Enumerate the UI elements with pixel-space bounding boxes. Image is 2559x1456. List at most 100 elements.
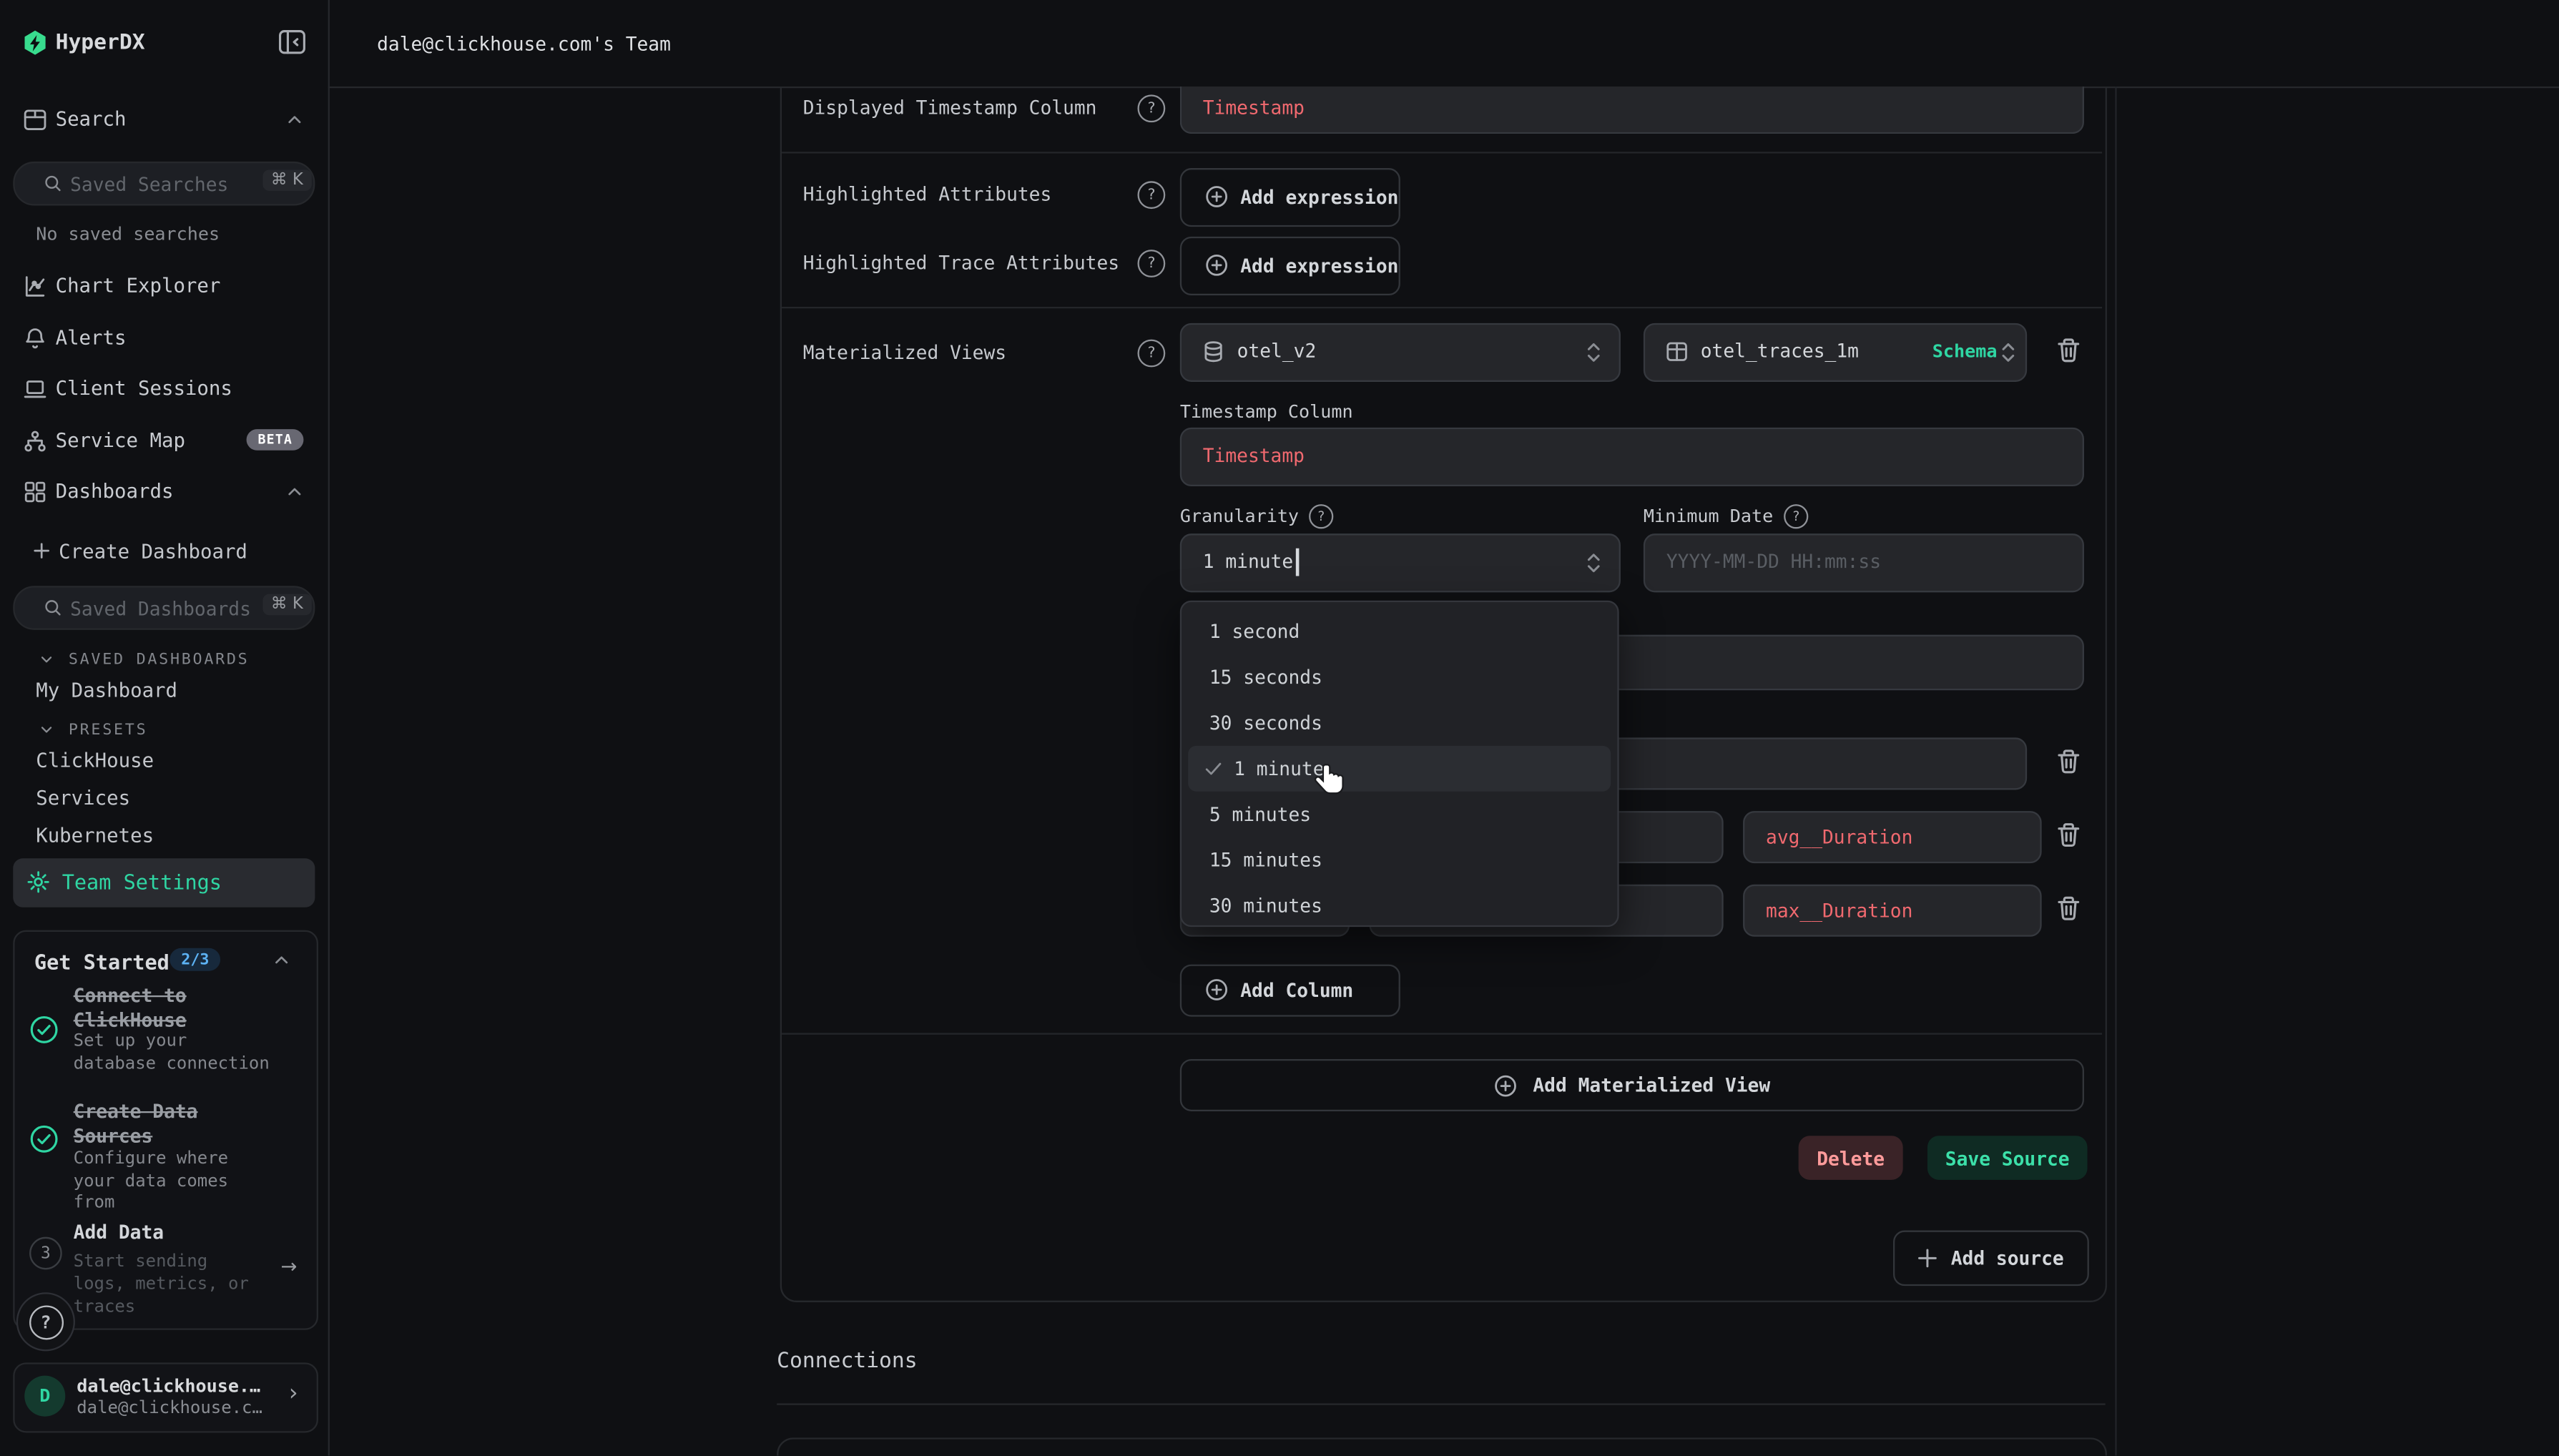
granularity-value: 1 minute	[1203, 550, 1293, 573]
circle-plus-icon	[1204, 185, 1229, 209]
highlighted-attributes-label: Highlighted Attributes	[803, 183, 1052, 206]
mv-column-alias-input[interactable]: avg__Duration	[1743, 811, 2042, 863]
help-button[interactable]: ?	[16, 1292, 75, 1351]
dropdown-option[interactable]: 5 minutes	[1182, 792, 1617, 837]
content-right-divider	[2115, 87, 2116, 1456]
schema-badge[interactable]: Schema	[1932, 341, 1998, 363]
get-started-title: Get Started	[34, 950, 170, 974]
help-circle-icon[interactable]: ?	[1309, 504, 1333, 528]
sidebar-item-my-dashboard[interactable]: My Dashboard	[36, 679, 177, 702]
main-content: Displayed Timestamp Column ? Timestamp H…	[328, 87, 2559, 1456]
mv-column-alias-value: avg__Duration	[1766, 826, 1912, 849]
help-circle-icon[interactable]: ?	[1137, 94, 1165, 122]
select-chevrons-icon	[1583, 340, 1604, 366]
chevron-up-icon[interactable]	[272, 953, 290, 968]
add-column-button[interactable]: Add Column	[1180, 965, 1400, 1017]
add-materialized-view-button[interactable]: Add Materialized View	[1180, 1059, 2084, 1111]
dropdown-option[interactable]: 30 minutes	[1182, 883, 1617, 929]
saved-searches-input[interactable]: Saved Searches ⌘ K	[13, 162, 315, 206]
table-select[interactable]: otel_traces_1m Schema	[1644, 323, 2027, 382]
team-settings-label: Team Settings	[62, 870, 222, 894]
timestamp-column-value: Timestamp	[1203, 444, 1305, 467]
minimum-date-placeholder: YYYY-MM-DD HH:mm:ss	[1666, 550, 1881, 573]
sidebar-item-search[interactable]: Search	[0, 98, 328, 142]
get-started-step2[interactable]: Create Data Sources	[74, 1100, 198, 1148]
add-materialized-view-label: Add Materialized View	[1533, 1073, 1770, 1096]
get-started-step3[interactable]: Add Data	[74, 1221, 164, 1245]
delete-button[interactable]: Delete	[1799, 1136, 1903, 1180]
saved-searches-placeholder: Saved Searches	[70, 173, 228, 196]
database-select-value: otel_v2	[1237, 340, 1317, 363]
mouse-cursor	[1314, 762, 1347, 798]
highlighted-trace-attributes-label: Highlighted Trace Attributes	[803, 251, 1119, 274]
add-source-label: Add source	[1951, 1246, 2064, 1269]
divider	[777, 1403, 2105, 1405]
user-menu[interactable]: D dale@clickhouse.… dale@clickhouse.c… ›	[13, 1362, 318, 1432]
save-source-button[interactable]: Save Source	[1927, 1136, 2088, 1180]
dropdown-option-selected[interactable]: 1 minute	[1188, 746, 1611, 792]
get-started-step1[interactable]: Connect to ClickHouse	[74, 984, 187, 1033]
dropdown-option[interactable]: 1 second	[1182, 609, 1617, 654]
sidebar-collapse-button[interactable]	[277, 28, 307, 57]
help-circle-icon[interactable]: ?	[1137, 250, 1165, 277]
mv-column-alias-input[interactable]: max__Duration	[1743, 885, 2042, 937]
step1-subtitle: Set up your database connection	[74, 1031, 270, 1076]
minimum-date-label: Minimum Date	[1644, 506, 1773, 527]
sidebar-item-label: Dashboards	[56, 480, 174, 503]
displayed-timestamp-input[interactable]: Timestamp	[1180, 87, 2084, 134]
sidebar-item-kubernetes[interactable]: Kubernetes	[36, 824, 154, 847]
chevron-up-icon	[285, 112, 303, 127]
kbd-shortcut: ⌘ K	[262, 594, 311, 616]
add-expression-button[interactable]: Add expression	[1180, 168, 1400, 227]
sidebar-item-services[interactable]: Services	[36, 787, 130, 810]
section-presets[interactable]: PRESETS	[0, 717, 328, 743]
connections-title: Connections	[777, 1349, 917, 1374]
trash-icon[interactable]	[2055, 335, 2083, 365]
help-circle-icon[interactable]: ?	[1784, 504, 1808, 528]
chevron-right-icon: ›	[289, 1380, 298, 1407]
timestamp-column-input[interactable]: Timestamp	[1180, 428, 2084, 486]
saved-dashboards-input[interactable]: Saved Dashboards ⌘ K	[13, 586, 315, 630]
step2-subtitle: Configure where your data comes from	[74, 1148, 228, 1214]
divider	[782, 152, 2102, 153]
mv-column-alias-value: max__Duration	[1766, 899, 1912, 922]
add-source-button[interactable]: Add source	[1893, 1231, 2089, 1287]
minimum-date-input[interactable]: YYYY-MM-DD HH:mm:ss	[1644, 533, 2084, 592]
dropdown-option[interactable]: 15 minutes	[1182, 837, 1617, 883]
sidebar-item-team-settings[interactable]: Team Settings	[13, 858, 315, 907]
sidebar-item-label: Search	[56, 108, 127, 131]
sidebar-item-client-sessions[interactable]: Client Sessions	[0, 367, 328, 411]
step2-title-line2: Sources	[74, 1124, 198, 1148]
section-saved-dashboards[interactable]: SAVED DASHBOARDS	[0, 646, 328, 673]
help-circle-icon[interactable]: ?	[1137, 340, 1165, 368]
create-dashboard-label: Create Dashboard	[59, 540, 247, 563]
arrow-right-icon: →	[280, 1255, 297, 1278]
granularity-dropdown: 1 second 15 seconds 30 seconds 1 minute …	[1180, 601, 1619, 927]
trash-icon[interactable]	[2055, 892, 2083, 923]
trash-icon[interactable]	[2055, 820, 2083, 850]
add-expression-label: Add expression	[1240, 255, 1398, 277]
dropdown-option[interactable]: 15 seconds	[1182, 654, 1617, 700]
dropdown-option[interactable]: 30 seconds	[1182, 700, 1617, 746]
materialized-views-label: Materialized Views	[803, 341, 1006, 364]
sidebar-item-service-map[interactable]: Service Map BETA	[0, 419, 328, 463]
granularity-select[interactable]: 1 minute	[1180, 533, 1621, 592]
help-circle-icon[interactable]: ?	[1137, 181, 1165, 209]
select-chevrons-icon	[1998, 340, 2019, 366]
sidebar-item-dashboards[interactable]: Dashboards	[0, 470, 328, 514]
sidebar-item-chart-explorer[interactable]: Chart Explorer	[0, 265, 328, 309]
sidebar-item-alerts[interactable]: Alerts	[0, 317, 328, 361]
create-dashboard-button[interactable]: Create Dashboard	[0, 531, 328, 573]
sidebar-item-label: Service Map	[56, 429, 185, 452]
circle-plus-icon	[1494, 1073, 1518, 1097]
plus-icon	[33, 542, 51, 560]
trash-icon[interactable]	[2055, 746, 2083, 777]
step3-subtitle: Start sending logs, metrics, or traces	[74, 1250, 249, 1319]
check-icon	[1204, 760, 1222, 777]
step1-title-line2: ClickHouse	[74, 1008, 187, 1033]
database-select[interactable]: otel_v2	[1180, 323, 1621, 382]
brand-title: HyperDX	[56, 31, 145, 55]
add-expression-button[interactable]: Add expression	[1180, 237, 1400, 295]
sidebar-item-clickhouse[interactable]: ClickHouse	[36, 749, 154, 772]
circle-plus-icon	[1204, 253, 1229, 277]
